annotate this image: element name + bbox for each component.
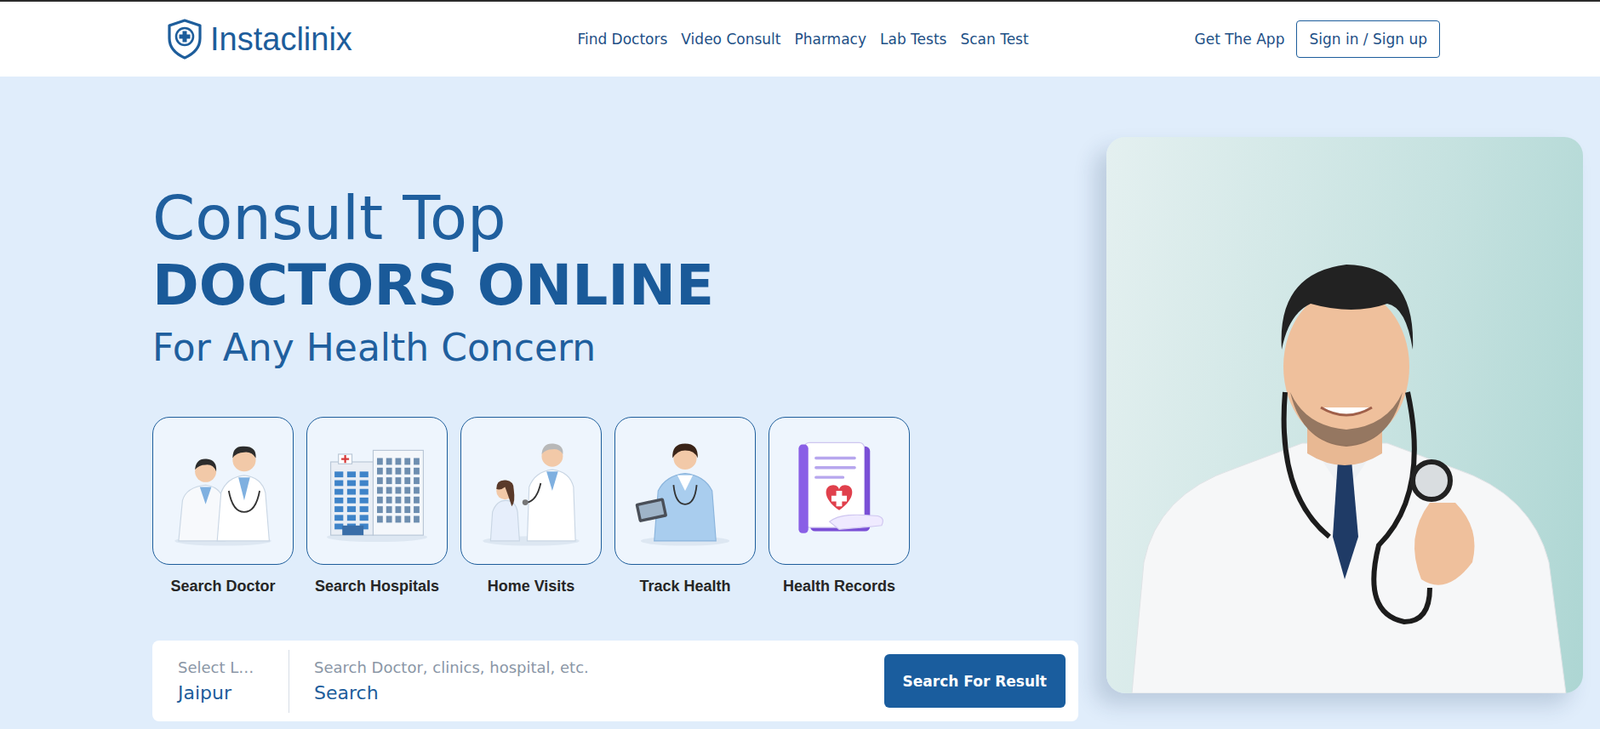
service-label[interactable]: Home Visits bbox=[487, 577, 576, 596]
shield-cross-icon bbox=[165, 17, 204, 61]
medical-records-icon bbox=[781, 433, 898, 549]
nurse-tablet-icon bbox=[627, 433, 743, 549]
service-item[interactable]: Search Hospitals bbox=[306, 417, 448, 596]
hero-title-bold: DOCTORS ONLINE bbox=[152, 252, 1079, 319]
service-label[interactable]: Search Doctor bbox=[170, 577, 275, 596]
hospital-building-icon bbox=[319, 433, 435, 549]
nav-item[interactable]: Scan Test bbox=[960, 30, 1029, 48]
search-field[interactable]: Search Doctor, clinics, hospital, etc.Se… bbox=[289, 657, 885, 707]
get-app-link[interactable]: Get The App bbox=[1194, 30, 1286, 48]
doctor-photo bbox=[1106, 137, 1583, 694]
hero: Consult TopDOCTORS ONLINE For Any Health … bbox=[0, 76, 1600, 729]
service-card[interactable] bbox=[152, 417, 294, 566]
doctor-child-icon bbox=[473, 433, 589, 549]
doctors-icon bbox=[165, 433, 281, 549]
hero-subtitle: For Any Health Concern bbox=[152, 324, 1079, 372]
service-card[interactable] bbox=[768, 417, 910, 566]
sign-in-button[interactable]: Sign in / Sign up bbox=[1296, 20, 1440, 58]
service-item[interactable]: Track Health bbox=[614, 417, 756, 596]
service-item[interactable]: Health Records bbox=[768, 417, 910, 596]
logo-text[interactable]: Instaclinix bbox=[210, 21, 353, 58]
service-label[interactable]: Search Hospitals bbox=[314, 577, 440, 596]
search-value[interactable]: Search bbox=[314, 680, 885, 707]
main-nav: Find Doctors Video Consult Pharmacy Lab Tes… bbox=[577, 30, 1029, 48]
nav-item[interactable]: Pharmacy bbox=[794, 30, 867, 48]
header-actions: Get The App Sign in / Sign up bbox=[1028, 20, 1440, 58]
search-button[interactable]: Search For Result bbox=[884, 654, 1066, 709]
service-cards: Search Doctor Search Hospitals Home Visits… bbox=[152, 417, 1079, 596]
search-bar: Select L…JaipurSearch Doctor, clinics, h… bbox=[152, 640, 1079, 722]
service-label[interactable]: Track Health bbox=[639, 577, 731, 596]
location-value[interactable]: Jaipur bbox=[177, 680, 289, 707]
location-select[interactable]: Select L…Jaipur bbox=[177, 650, 290, 714]
nav-item[interactable]: Video Consult bbox=[680, 30, 781, 48]
logo[interactable]: Instaclinix bbox=[165, 17, 578, 61]
doctor-figure-icon bbox=[1106, 137, 1583, 694]
search-placeholder[interactable]: Search Doctor, clinics, hospital, etc. bbox=[314, 657, 885, 680]
service-card[interactable] bbox=[614, 417, 756, 566]
service-label[interactable]: Health Records bbox=[782, 577, 896, 596]
nav-item[interactable]: Lab Tests bbox=[880, 30, 947, 48]
hero-content: Consult TopDOCTORS ONLINE For Any Health … bbox=[152, 137, 1079, 722]
service-item[interactable]: Search Doctor bbox=[152, 417, 294, 596]
service-card[interactable] bbox=[460, 417, 602, 566]
hero-title: Consult Top bbox=[152, 183, 1079, 253]
service-item[interactable]: Home Visits bbox=[460, 417, 602, 596]
nav-item[interactable]: Find Doctors bbox=[577, 30, 668, 48]
service-card[interactable] bbox=[306, 417, 448, 566]
location-label[interactable]: Select L… bbox=[177, 657, 289, 680]
top-header: Instaclinix Find Doctors Video Consult Phar… bbox=[0, 0, 1600, 77]
